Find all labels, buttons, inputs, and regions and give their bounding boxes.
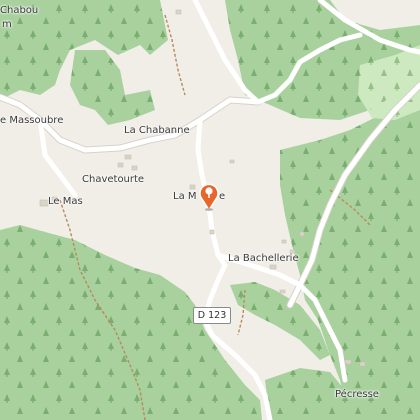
place-label-massoubre: e Massoubre [0,115,64,126]
map-canvas[interactable]: Chabou m e Massoubre La Chabanne Chaveto… [0,0,420,420]
trail-north [164,14,186,96]
road-shield-d123: D 123 [193,307,231,324]
place-label-le-mas: Le Mas [48,196,83,207]
place-label-chabou-suffix: m [2,19,12,30]
place-label-la-bachellerie: La Bachellerie [228,253,299,264]
location-pin-icon[interactable] [198,181,220,211]
road-mas [37,117,78,198]
place-label-la-m: La M [173,191,197,202]
place-label-chavetourte: Chavetourte [82,174,145,185]
place-label-chabou: Chabou [0,5,39,16]
place-label-pecresse: Pécresse [335,389,379,400]
place-label-la-chabanne: La Chabanne [124,125,190,136]
